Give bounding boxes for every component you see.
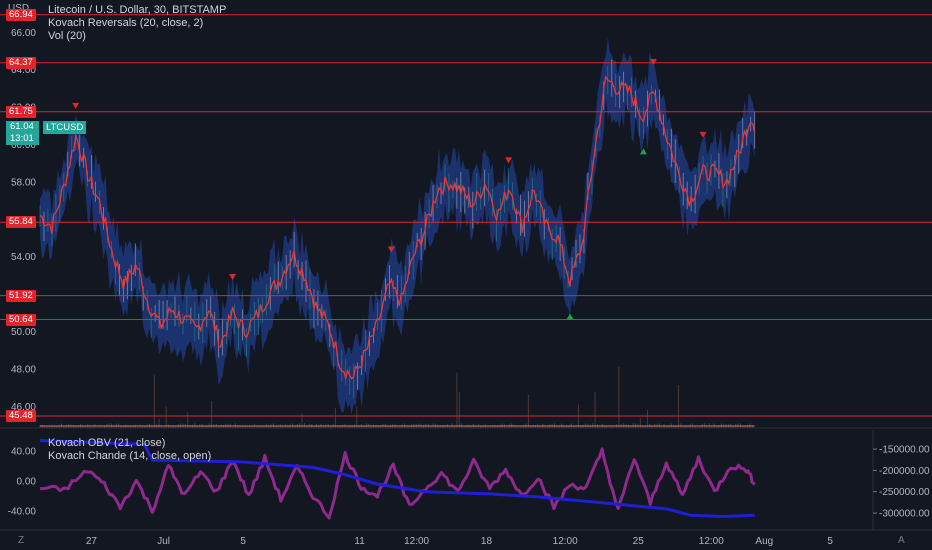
x-tick-label: Jul xyxy=(157,536,170,547)
chart-canvas[interactable]: 66.0064.0062.0060.0058.0056.0054.0052.00… xyxy=(0,0,932,550)
symbol-badge: LTCUSD xyxy=(43,121,87,134)
legend-kovach-chande[interactable]: Kovach Chande (14, close, open) xyxy=(48,450,211,462)
auto-scale-button[interactable]: A xyxy=(898,535,905,546)
x-tick-label: 5 xyxy=(827,536,833,547)
osc-left-tick: 40.00 xyxy=(11,446,36,457)
level-badge: 61.75 xyxy=(6,105,36,118)
x-tick-label: 12:00 xyxy=(404,536,429,547)
osc-right-tick: -200000.00 xyxy=(879,466,930,477)
y-tick-label: 58.00 xyxy=(11,177,36,188)
bar-countdown: 13:01 xyxy=(10,133,34,144)
legend-kovach-obv[interactable]: Kovach OBV (21, close) xyxy=(48,437,165,449)
timezone-button[interactable]: Z xyxy=(18,535,24,546)
x-tick-label: 12:00 xyxy=(553,536,578,547)
level-badge: 66.94 xyxy=(6,8,36,21)
y-tick-label: 50.00 xyxy=(11,327,36,338)
osc-left-tick: -40.00 xyxy=(8,506,37,517)
legend-volume[interactable]: Vol (20) xyxy=(48,30,86,42)
osc-right-tick: -300000.00 xyxy=(879,509,930,520)
x-tick-label: 25 xyxy=(633,536,645,547)
legend-kovach-reversals[interactable]: Kovach Reversals (20, close, 2) xyxy=(48,17,203,29)
osc-right-tick: -150000.00 xyxy=(879,445,930,456)
chart-title[interactable]: Litecoin / U.S. Dollar, 30, BITSTAMP xyxy=(48,4,226,16)
x-tick-label: 27 xyxy=(86,536,98,547)
y-tick-label: 54.00 xyxy=(11,252,36,263)
x-tick-label: 18 xyxy=(481,536,493,547)
level-badge: 55.84 xyxy=(6,216,36,229)
last-price-badge: 61.04 13:01 xyxy=(6,121,39,145)
level-badge: 45.48 xyxy=(6,410,36,423)
level-badge: 64.37 xyxy=(6,56,36,69)
osc-right-tick: -250000.00 xyxy=(879,487,930,498)
x-tick-label: Aug xyxy=(755,536,773,547)
level-badge: 50.64 xyxy=(6,313,36,326)
y-tick-label: 66.00 xyxy=(11,28,36,39)
x-tick-label: 11 xyxy=(354,536,365,547)
y-tick-label: 48.00 xyxy=(11,364,36,375)
x-tick-label: 12:00 xyxy=(699,536,724,547)
osc-left-tick: 0.00 xyxy=(17,476,37,487)
last-price-value: 61.04 xyxy=(10,121,34,132)
x-tick-label: 5 xyxy=(240,536,246,547)
level-badge: 51.92 xyxy=(6,289,36,302)
